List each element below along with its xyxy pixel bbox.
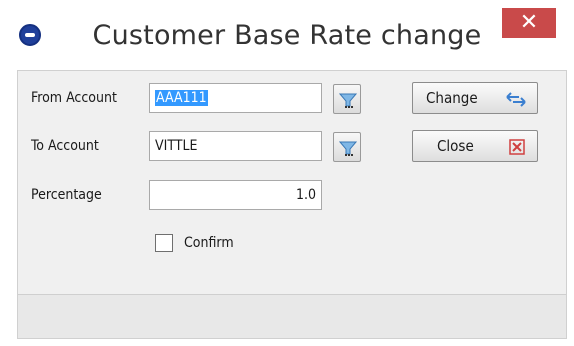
dialog-window: Customer Base Rate change ✕ From Account… bbox=[0, 0, 574, 346]
change-button[interactable]: Change bbox=[412, 82, 538, 114]
close-button[interactable]: Close bbox=[412, 130, 538, 162]
percentage-label: Percentage bbox=[31, 187, 102, 203]
from-account-lookup-button[interactable] bbox=[333, 84, 361, 114]
change-button-label: Change bbox=[426, 89, 478, 107]
title-bar[interactable]: Customer Base Rate change ✕ bbox=[0, 0, 574, 68]
to-account-input[interactable]: VITTLE bbox=[149, 131, 322, 161]
from-account-label: From Account bbox=[31, 90, 117, 106]
confirm-checkbox[interactable] bbox=[155, 234, 173, 252]
funnel-lookup-icon bbox=[339, 93, 357, 108]
red-x-icon bbox=[509, 139, 525, 155]
swap-arrows-icon bbox=[506, 92, 526, 107]
status-bar bbox=[18, 294, 566, 338]
confirm-label: Confirm bbox=[184, 235, 234, 251]
window-title: Customer Base Rate change bbox=[92, 20, 482, 51]
from-account-value: AAA111 bbox=[155, 90, 208, 106]
window-close-button[interactable]: ✕ bbox=[502, 8, 556, 38]
percentage-input[interactable]: 1.0 bbox=[149, 180, 322, 210]
close-button-label: Close bbox=[437, 137, 474, 155]
to-account-lookup-button[interactable] bbox=[333, 132, 361, 162]
funnel-lookup-icon bbox=[339, 141, 357, 156]
from-account-input[interactable]: AAA111 bbox=[149, 83, 322, 113]
to-account-label: To Account bbox=[31, 138, 99, 154]
